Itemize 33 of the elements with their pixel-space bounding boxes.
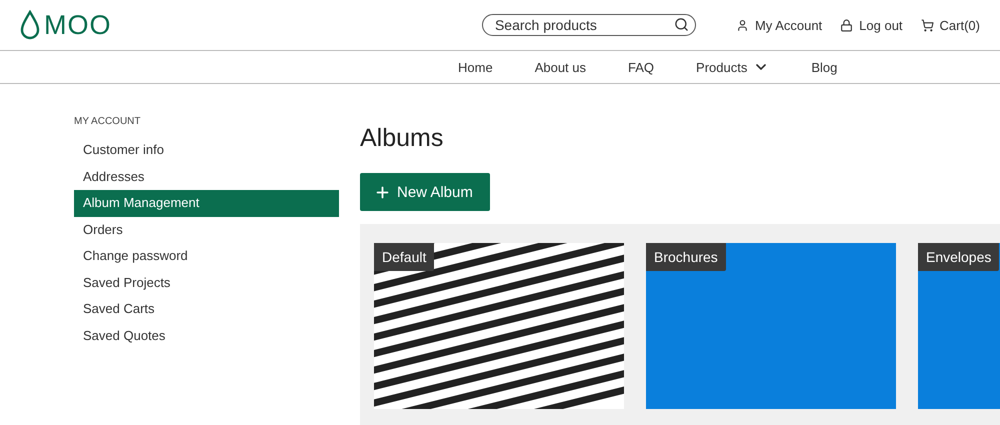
page-title: Albums — [360, 124, 444, 153]
album-card[interactable]: Envelopes — [918, 243, 1000, 409]
sidebar-item[interactable]: Album Management — [74, 190, 339, 216]
droplet-logo-icon — [20, 10, 40, 40]
album-name: Envelopes — [918, 243, 1000, 271]
lock-icon — [840, 18, 854, 32]
plus-icon — [374, 184, 391, 200]
search-icon[interactable] — [674, 17, 689, 32]
person-icon — [736, 18, 749, 32]
sidebar-item[interactable]: Customer info — [74, 137, 339, 164]
cart-link[interactable]: Cart(0) — [920, 18, 980, 32]
nav-link[interactable]: Blog — [811, 60, 838, 74]
account-link[interactable]: My Account — [736, 18, 822, 32]
sidebar-heading: MY ACCOUNT — [74, 116, 142, 127]
album-name: Default — [374, 243, 434, 271]
sidebar-item[interactable]: Addresses — [74, 164, 339, 190]
cart-icon — [920, 18, 934, 32]
nav-link[interactable]: Products — [696, 59, 770, 75]
logout-link[interactable]: Log out — [840, 18, 903, 32]
nav-link[interactable]: FAQ — [628, 60, 654, 74]
new-album-button[interactable]: New Album — [360, 173, 490, 211]
logo-text[interactable]: MOO — [44, 10, 112, 40]
album-card[interactable]: Default — [374, 243, 624, 409]
nav-link[interactable]: About us — [534, 60, 586, 74]
sidebar-item[interactable]: Saved Quotes — [74, 322, 339, 349]
album-card[interactable]: Brochures — [646, 243, 896, 409]
sidebar-item[interactable]: Saved Projects — [74, 270, 339, 296]
search-field[interactable]: Search products — [482, 14, 696, 36]
nav-link[interactable]: Home — [458, 60, 493, 74]
sidebar-item[interactable]: Saved Carts — [74, 296, 339, 322]
sidebar-item[interactable]: Orders — [74, 216, 339, 243]
album-name: Brochures — [646, 243, 726, 271]
sidebar-item[interactable]: Change password — [74, 243, 339, 270]
